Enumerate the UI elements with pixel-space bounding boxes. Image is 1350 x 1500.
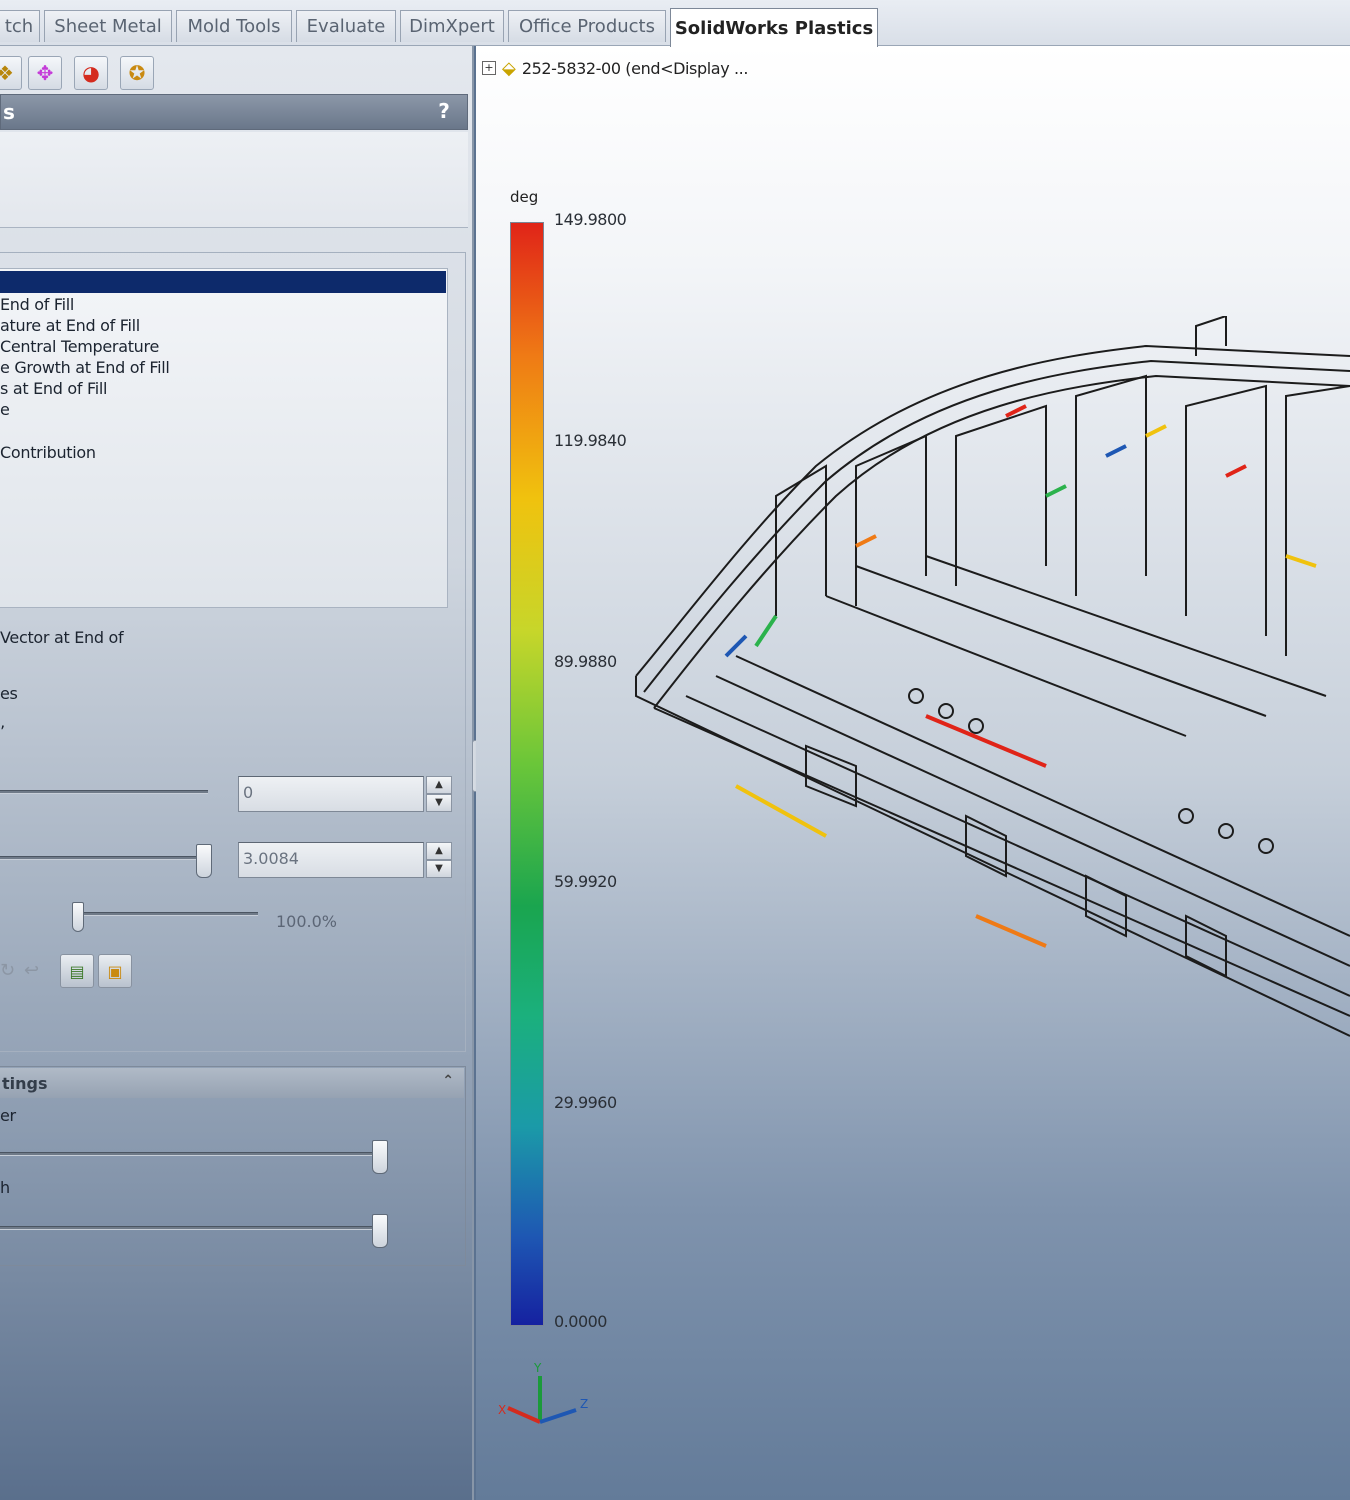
- triad-x-label: X: [498, 1403, 506, 1417]
- legend-tick: 119.9840: [554, 431, 627, 450]
- display-manager-icon[interactable]: ◕: [74, 56, 108, 90]
- coordinate-triad: Y X Z: [498, 1362, 588, 1424]
- max-slider-thumb[interactable]: [196, 844, 212, 878]
- open-view-button[interactable]: ▣: [98, 954, 132, 988]
- list-item[interactable]: e: [0, 400, 10, 419]
- tab-sheet-metal[interactable]: Sheet Metal: [44, 10, 172, 42]
- max-slider-track[interactable]: [0, 856, 208, 860]
- misc-label: ’: [0, 722, 5, 741]
- tab-sketch[interactable]: tch: [0, 10, 40, 42]
- manager-icon-bar: ❖ ✥ ◕ ✪: [0, 52, 472, 92]
- triad-z-label: Z: [580, 1397, 588, 1411]
- part-wireframe-model[interactable]: [626, 316, 1350, 1056]
- list-item[interactable]: e Growth at End of Fill: [0, 358, 170, 377]
- collapse-icon[interactable]: ⌃: [442, 1073, 454, 1089]
- vector-label: Vector at End of: [0, 628, 124, 647]
- save-view-button[interactable]: ▤: [60, 954, 94, 988]
- list-item[interactable]: Contribution: [0, 443, 96, 462]
- tab-label: Mold Tools: [187, 16, 281, 37]
- property-manager-header: s ?: [0, 94, 468, 130]
- settings-label-2: h: [0, 1178, 10, 1197]
- dimxpert-icon[interactable]: ✥: [28, 56, 62, 90]
- settings-slider-1-thumb[interactable]: [372, 1140, 388, 1174]
- redo-icon[interactable]: ↻: [0, 960, 15, 981]
- max-spin-down[interactable]: ▼: [426, 860, 452, 878]
- list-item[interactable]: ature at End of Fill: [0, 316, 140, 335]
- legend-tick: 29.9960: [554, 1093, 617, 1112]
- es-label: es: [0, 684, 18, 703]
- settings-slider-1-track[interactable]: [0, 1152, 372, 1156]
- tab-label: Sheet Metal: [54, 16, 162, 37]
- folder-icon: ▣: [107, 961, 123, 981]
- min-spin-up[interactable]: ▲: [426, 776, 452, 794]
- tab-label: tch: [4, 16, 34, 37]
- min-value-field[interactable]: 0: [238, 776, 424, 812]
- part-icon: ⬙: [502, 57, 516, 79]
- property-manager: ❖ ✥ ◕ ✪ s ? End of Fill ature at End of …: [0, 46, 474, 1500]
- feature-tree-flyout[interactable]: + ⬙ 252-5832-00 (end<Display ...: [482, 54, 748, 82]
- transparency-slider-thumb[interactable]: [72, 902, 84, 932]
- help-icon[interactable]: ?: [431, 99, 457, 125]
- min-value-text: 0: [243, 783, 254, 802]
- tab-label: Office Products: [519, 16, 655, 37]
- tab-label: DimXpert: [409, 16, 495, 37]
- undo-icon[interactable]: ↩: [24, 960, 39, 981]
- tab-solidworks-plastics[interactable]: SolidWorks Plastics: [670, 8, 878, 47]
- triad-y-label: Y: [533, 1362, 542, 1375]
- selected-result-row[interactable]: [0, 271, 446, 293]
- expand-icon[interactable]: +: [482, 61, 496, 75]
- legend-tick: 89.9880: [554, 652, 617, 671]
- results-list[interactable]: End of Fill ature at End of Fill Central…: [0, 268, 448, 608]
- save-icon: ▤: [69, 961, 85, 981]
- settings-header[interactable]: tings ⌃: [0, 1068, 464, 1098]
- part-name: 252-5832-00 (end<Display ...: [521, 58, 749, 78]
- min-spin-down[interactable]: ▼: [426, 794, 452, 812]
- property-manager-icon[interactable]: ❖: [0, 56, 22, 90]
- property-manager-title: s: [3, 100, 15, 124]
- tab-label: Evaluate: [306, 16, 386, 37]
- list-item[interactable]: End of Fill: [0, 295, 74, 314]
- tab-dimxpert[interactable]: DimXpert: [400, 10, 504, 42]
- settings-label-1: er: [0, 1106, 16, 1125]
- transparency-value: 100.0%: [276, 912, 338, 931]
- max-value-text: 3.0084: [243, 849, 299, 868]
- appearance-icon[interactable]: ✪: [120, 56, 154, 90]
- graphics-area[interactable]: + ⬙ 252-5832-00 (end<Display ... deg 149…: [476, 46, 1350, 1500]
- settings-title: tings: [2, 1073, 48, 1093]
- legend-tick: 59.9920: [554, 872, 617, 891]
- transparency-slider-track[interactable]: [80, 912, 258, 916]
- color-scale-bar: [510, 222, 544, 1326]
- max-value-field[interactable]: 3.0084: [238, 842, 424, 878]
- list-item[interactable]: Central Temperature: [0, 337, 159, 356]
- legend-tick: 0.0000: [554, 1312, 607, 1331]
- list-item[interactable]: s at End of Fill: [0, 379, 107, 398]
- command-manager-tabs: tch Sheet Metal Mold Tools Evaluate DimX…: [0, 0, 1350, 47]
- legend-tick: 149.9800: [554, 210, 627, 229]
- tab-office-products[interactable]: Office Products: [508, 10, 666, 42]
- min-slider-track[interactable]: [0, 790, 208, 794]
- message-box: [0, 132, 468, 228]
- tab-mold-tools[interactable]: Mold Tools: [176, 10, 292, 42]
- settings-slider-2-track[interactable]: [0, 1226, 372, 1230]
- legend-unit: deg: [510, 188, 539, 206]
- tab-evaluate[interactable]: Evaluate: [296, 10, 396, 42]
- tab-label: SolidWorks Plastics: [674, 17, 874, 39]
- max-spin-up[interactable]: ▲: [426, 842, 452, 860]
- settings-slider-2-thumb[interactable]: [372, 1214, 388, 1248]
